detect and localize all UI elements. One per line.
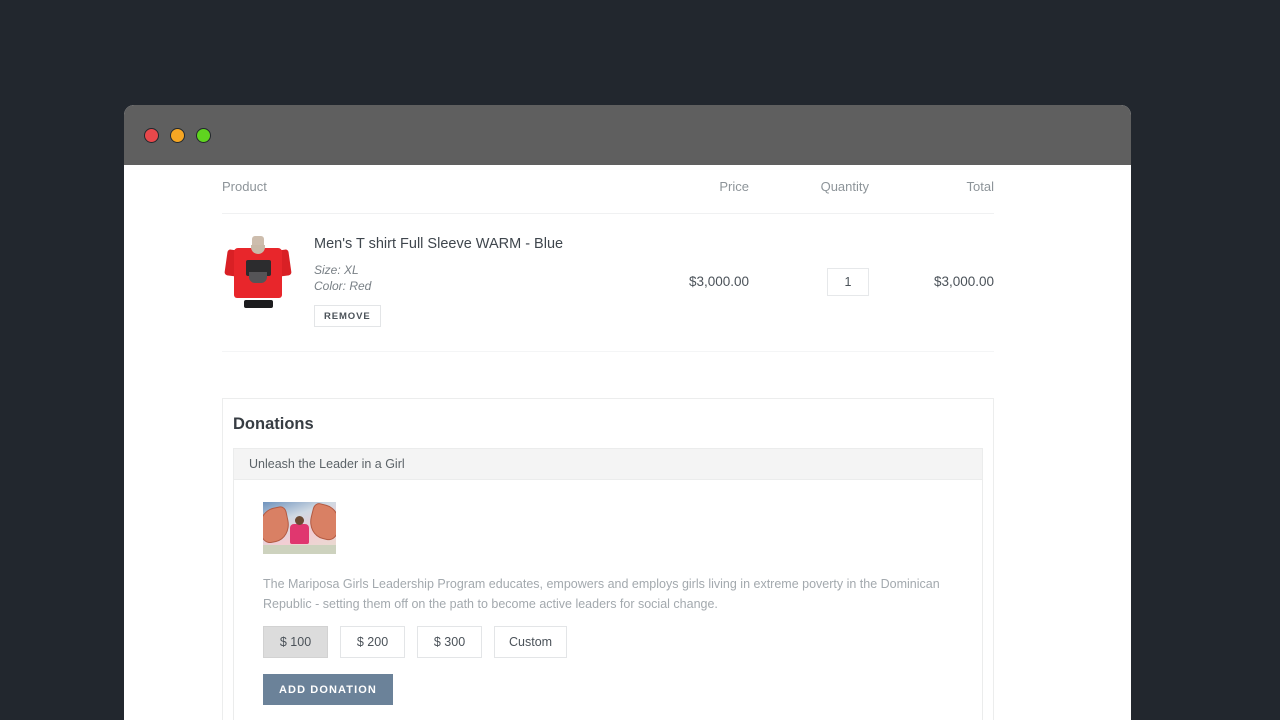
remove-button[interactable]: REMOVE [314, 305, 381, 327]
donation-description: The Mariposa Girls Leadership Program ed… [263, 574, 953, 614]
table-row: Men's T shirt Full Sleeve WARM - Blue Si… [222, 214, 994, 352]
zoom-button[interactable] [196, 128, 211, 143]
donations-title: Donations [233, 411, 983, 448]
cart-header-row: Product Price Quantity Total [222, 165, 994, 214]
donation-image-ground-shape [263, 545, 336, 554]
product-total: $3,000.00 [869, 214, 994, 352]
product-price: $3,000.00 [599, 214, 749, 352]
donation-accordion-body: The Mariposa Girls Leadership Program ed… [234, 480, 982, 720]
product-color-label: Color: Red [314, 279, 563, 295]
window-titlebar [124, 105, 1131, 165]
column-header-total: Total [869, 165, 994, 214]
cart-table: Product Price Quantity Total [222, 165, 994, 352]
product-name[interactable]: Men's T shirt Full Sleeve WARM - Blue [314, 236, 563, 252]
close-button[interactable] [144, 128, 159, 143]
mannequin-base-shape [244, 300, 273, 308]
column-header-price: Price [599, 165, 749, 214]
quantity-input[interactable] [827, 268, 869, 296]
donation-accordion-item-unleash-the-leader-in-a-girl: Unleash the Leader in a Girl The Maripos… [233, 448, 983, 720]
donation-amount-option-custom[interactable]: Custom [494, 626, 567, 658]
product-info: Men's T shirt Full Sleeve WARM - Blue Si… [314, 236, 563, 327]
add-donation-button[interactable]: ADD DONATION [263, 674, 393, 705]
donation-amount-option-200[interactable]: $ 200 [340, 626, 405, 658]
girl-body-shape [290, 524, 309, 544]
donations-panel: Donations Unleash the Leader in a Girl T [222, 398, 994, 720]
product-thumbnail-image[interactable] [222, 236, 294, 310]
shirt-print-lower-shape [249, 272, 267, 283]
content-container: Product Price Quantity Total [222, 165, 994, 720]
product-cell: Men's T shirt Full Sleeve WARM - Blue Si… [222, 214, 599, 352]
column-header-quantity: Quantity [749, 165, 869, 214]
cart-table-body: Men's T shirt Full Sleeve WARM - Blue Si… [222, 214, 994, 352]
product-quantity-cell [749, 214, 869, 352]
donation-amount-option-100[interactable]: $ 100 [263, 626, 328, 658]
cart-table-head: Product Price Quantity Total [222, 165, 994, 214]
donation-accordion-header[interactable]: Unleash the Leader in a Girl [234, 449, 982, 480]
donation-image[interactable] [263, 502, 336, 554]
minimize-button[interactable] [170, 128, 185, 143]
product-size-label: Size: XL [314, 263, 563, 279]
donation-amount-option-300[interactable]: $ 300 [417, 626, 482, 658]
page-body: Product Price Quantity Total [124, 165, 1131, 720]
column-header-product: Product [222, 165, 599, 214]
browser-window-mock: Product Price Quantity Total [124, 105, 1131, 720]
donation-amount-options: $ 100 $ 200 $ 300 Custom [263, 626, 982, 658]
